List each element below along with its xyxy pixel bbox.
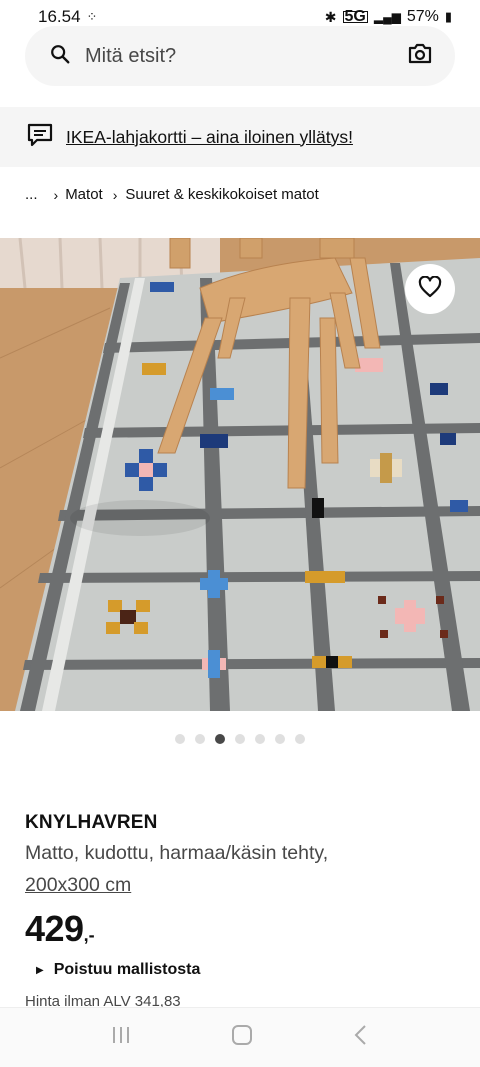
favourite-button[interactable] bbox=[405, 264, 455, 314]
network-badge: 5G bbox=[342, 8, 368, 25]
status-time: 16.54 bbox=[38, 7, 81, 26]
breadcrumb-ellipsis[interactable]: ... bbox=[25, 186, 38, 203]
play-triangle-icon: ▶ bbox=[36, 964, 44, 976]
gallery-dot[interactable] bbox=[195, 734, 205, 744]
product-description: Matto, kudottu, harmaa/käsin tehty, bbox=[25, 842, 329, 864]
search-icon[interactable] bbox=[49, 43, 71, 70]
notification-icon: ⁘ bbox=[86, 9, 98, 24]
breadcrumb: ... › Matot › Suuret & keskikokoiset mat… bbox=[25, 186, 319, 203]
chat-bubble-icon bbox=[26, 122, 54, 153]
product-name: KNYLHAVREN bbox=[25, 812, 158, 833]
gallery-dot[interactable] bbox=[235, 734, 245, 744]
gallery-dot[interactable] bbox=[295, 734, 305, 744]
gallery-dot[interactable] bbox=[255, 734, 265, 744]
home-icon[interactable] bbox=[230, 1023, 254, 1052]
product-size-link[interactable]: 200x300 cm bbox=[25, 874, 131, 897]
battery-icon: ▮ bbox=[444, 9, 452, 24]
gift-card-link[interactable]: IKEA-lahjakortti – aina iloinen yllätys! bbox=[66, 127, 353, 148]
search-bar[interactable]: Mitä etsit? bbox=[25, 26, 455, 86]
breadcrumb-item-large-rugs[interactable]: Suuret & keskikokoiset matot bbox=[125, 186, 318, 203]
gallery-dot[interactable] bbox=[175, 734, 185, 744]
signal-icon: ▂▄▆ bbox=[373, 10, 401, 24]
product-price: 429 ,- bbox=[25, 908, 95, 950]
gallery-dot[interactable] bbox=[275, 734, 285, 744]
heart-icon[interactable] bbox=[418, 275, 442, 303]
breadcrumb-item-matot[interactable]: Matot bbox=[65, 186, 103, 203]
gallery-dot-active[interactable] bbox=[215, 734, 225, 744]
price-decimal: ,- bbox=[83, 925, 95, 945]
battery-level: 57% bbox=[406, 8, 439, 25]
discontinued-notice[interactable]: ▶ Poistuu mallistosta bbox=[36, 961, 200, 979]
chevron-right-icon: › bbox=[53, 186, 59, 203]
camera-icon[interactable] bbox=[407, 43, 433, 70]
gift-card-promo[interactable]: IKEA-lahjakortti – aina iloinen yllätys! bbox=[0, 107, 480, 167]
system-nav-bar bbox=[0, 1007, 480, 1067]
back-icon[interactable] bbox=[351, 1023, 371, 1052]
bluetooth-icon: ✱ bbox=[324, 8, 337, 25]
product-image[interactable] bbox=[0, 238, 480, 711]
chevron-right-icon: › bbox=[112, 186, 118, 203]
recent-apps-icon[interactable] bbox=[109, 1024, 133, 1051]
search-input[interactable]: Mitä etsit? bbox=[85, 45, 407, 68]
discontinued-label: Poistuu mallistosta bbox=[53, 961, 201, 978]
price-integer: 429 bbox=[25, 908, 84, 949]
gallery-indicator bbox=[175, 734, 305, 744]
